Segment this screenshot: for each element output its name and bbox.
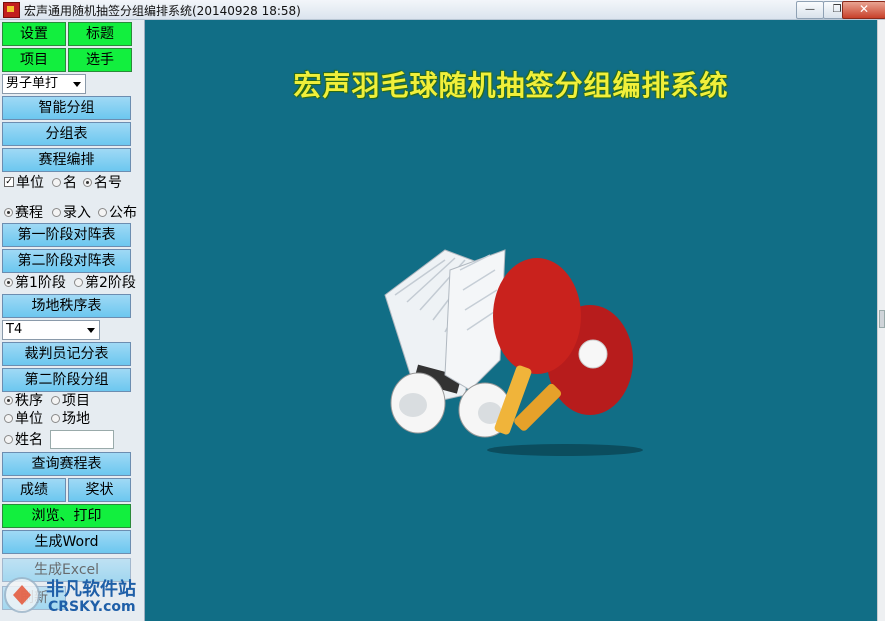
scrollbar-thumb[interactable] [879,310,885,328]
name-label: 名 [63,175,77,191]
radio-icon [52,207,61,217]
title-bar: 宏声通用随机抽签分组编排系统(20140928 18:58) — ❐ ✕ [0,0,885,20]
stage1-label: 第1阶段 [15,275,66,291]
venue-select-value: T4 [6,322,23,337]
radio-icon [51,413,60,423]
illustration-shadow [487,444,643,456]
unit-radio[interactable]: 单位 [4,410,43,428]
radio-icon [98,207,107,217]
radio-icon [51,395,60,405]
event-select-value: 男子单打 [6,76,59,91]
order-label: 秩序 [15,393,43,409]
app-icon [3,2,20,18]
radio-icon [52,177,61,187]
group-table-button[interactable]: 分组表 [2,122,131,146]
close-button[interactable]: ✕ [842,1,885,19]
chevron-down-icon [87,328,95,333]
stage2-group-button[interactable]: 第二阶段分组 [2,368,131,392]
event-radio[interactable]: 项目 [51,392,90,410]
radio-selected-icon [4,395,13,405]
stage2-table-button[interactable]: 第二阶段对阵表 [2,249,131,273]
order-radio[interactable]: 秩序 [4,392,43,410]
entry-radio[interactable]: 录入 [52,204,91,222]
badminton-pingpong-illustration [384,249,643,456]
fullname-label: 姓名 [15,432,43,448]
chevron-down-icon [73,82,81,87]
unit-checkbox[interactable]: ✓ 单位 [4,174,44,192]
results-button[interactable]: 成绩 [2,478,66,502]
watermark-line1: 非凡软件站 [46,579,136,600]
radio-icon [4,434,13,444]
unit-label: 单位 [16,175,44,191]
query-schedule-button[interactable]: 查询赛程表 [2,452,131,476]
publish-radio[interactable]: 公布 [98,204,137,222]
venue-order-button[interactable]: 场地秩序表 [2,294,131,318]
titles-button[interactable]: 标题 [68,22,132,46]
radio-selected-icon [83,177,92,187]
venue-select[interactable]: T4 [2,320,100,340]
stage2-radio[interactable]: 第2阶段 [74,274,136,292]
stage1-table-button[interactable]: 第一阶段对阵表 [2,223,131,247]
checkbox-icon: ✓ [4,177,14,187]
radio-selected-icon [4,277,13,287]
pingpong-ball [578,339,608,369]
players-button[interactable]: 选手 [68,48,132,72]
watermark-line2: CRSKY.com [48,599,136,615]
vertical-scrollbar[interactable] [877,20,885,621]
venue-label: 场地 [62,411,90,427]
main-panel: 宏声羽毛球随机抽签分组编排系统 [145,20,877,621]
event-select[interactable]: 男子单打 [2,74,86,94]
stage1-radio[interactable]: 第1阶段 [4,274,66,292]
generate-word-button[interactable]: 生成Word [2,530,131,554]
watermark-logo: 非凡软件站 CRSKY.com [0,563,160,621]
sidebar: 设置 标题 项目 选手 男子单打 智能分组 分组表 赛程编排 ✓ 单位 名 名号 … [0,20,145,621]
browse-print-button[interactable]: 浏览、打印 [2,504,131,528]
settings-button[interactable]: 设置 [2,22,66,46]
publish-label: 公布 [109,205,137,221]
schedule-button[interactable]: 赛程编排 [2,148,131,172]
stage2-label: 第2阶段 [85,275,136,291]
event-label: 项目 [62,393,90,409]
name-radio[interactable]: 名 [52,174,77,192]
rank-no-radio[interactable]: 名号 [83,174,122,192]
radio-icon [4,413,13,423]
smart-group-button[interactable]: 智能分组 [2,96,131,120]
radio-selected-icon [4,207,13,217]
venue-radio[interactable]: 场地 [51,410,90,428]
entry-label: 录入 [63,205,91,221]
referee-sheet-button[interactable]: 裁判员记分表 [2,342,131,366]
window-title: 宏声通用随机抽签分组编排系统(20140928 18:58) [24,4,301,18]
fullname-radio[interactable]: 姓名 [4,431,43,449]
unit-radio-label: 单位 [15,411,43,427]
events-button[interactable]: 项目 [2,48,66,72]
name-search-input[interactable] [50,430,114,449]
awards-button[interactable]: 奖状 [68,478,131,502]
minimize-button[interactable]: — [796,1,824,19]
schedule-radio[interactable]: 赛程 [4,204,43,222]
schedule-label: 赛程 [15,205,43,221]
rank-no-label: 名号 [94,175,122,191]
radio-icon [74,277,83,287]
